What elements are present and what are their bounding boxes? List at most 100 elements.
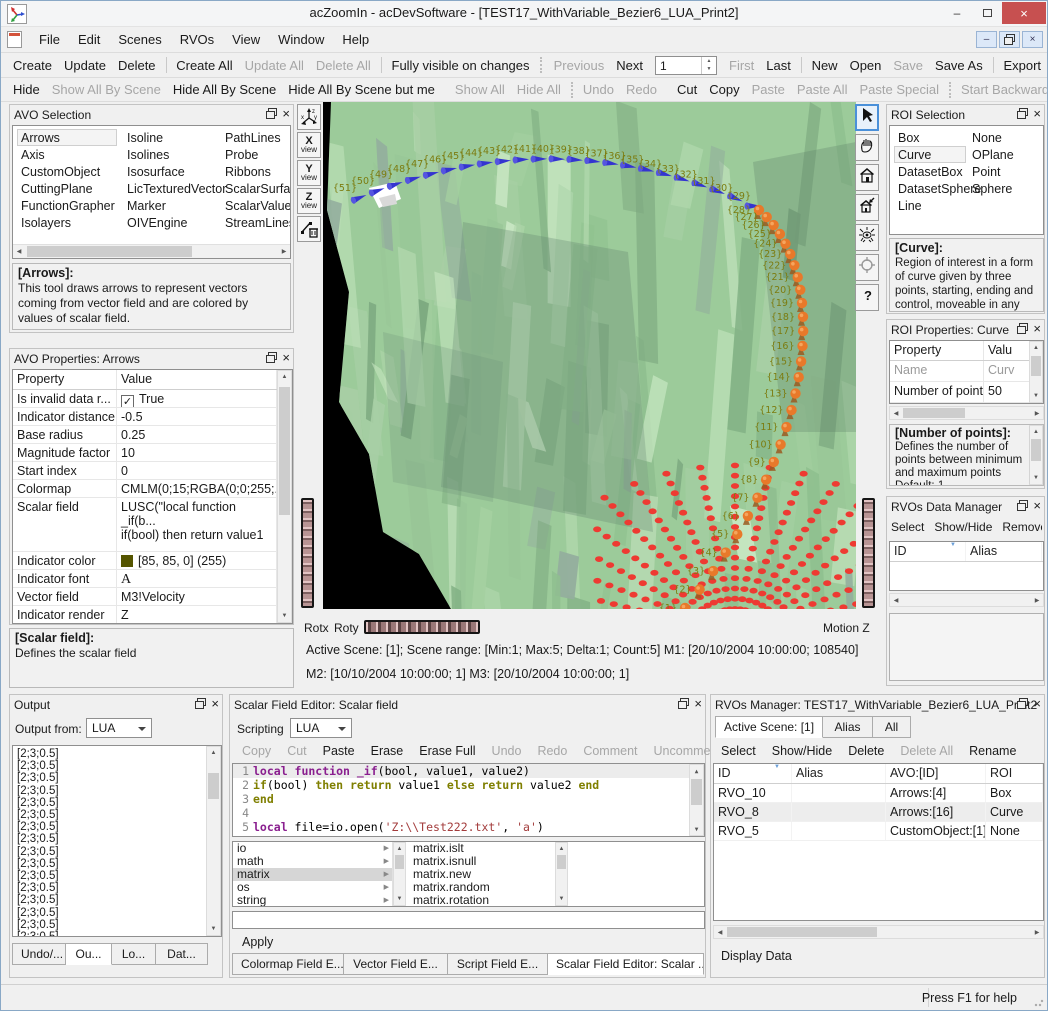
scroll-thumb[interactable]	[691, 779, 702, 805]
editor-tab-script-field-e[interactable]: Script Field E...	[448, 953, 548, 975]
scroll-down-icon[interactable]: ▼	[556, 893, 567, 905]
code-editor[interactable]: 1local function _if(bool, value1, value2…	[232, 763, 705, 837]
scroll-up-icon[interactable]: ▲	[690, 765, 703, 777]
editor-paste-button[interactable]: Paste	[315, 743, 363, 759]
home-set-tool-button[interactable]	[855, 194, 879, 221]
home-tool-button[interactable]	[855, 164, 879, 191]
avo-item-scalarvalues[interactable]: ScalarValues	[221, 197, 289, 214]
scroll-down-icon[interactable]: ▼	[1030, 390, 1042, 402]
datamanager-show-hide-button[interactable]: Show/Hide	[934, 520, 992, 534]
close-icon[interactable]: ×	[1033, 698, 1041, 709]
checkbox-checked[interactable]: ✓	[121, 395, 134, 407]
scroll-up-icon[interactable]: ▲	[394, 843, 405, 855]
save-as-button[interactable]: Save As	[929, 56, 989, 75]
export-button[interactable]: Export	[997, 56, 1047, 75]
menu-rvos[interactable]: RVOs	[171, 29, 223, 50]
library-matrix[interactable]: matrix▶	[233, 868, 392, 881]
output-source-dropdown[interactable]: LUA	[86, 718, 152, 738]
float-icon[interactable]	[1017, 323, 1028, 334]
scripting-lang-dropdown[interactable]: LUA	[290, 718, 352, 738]
minimize-button[interactable]: –	[942, 2, 972, 24]
scroll-thumb[interactable]	[395, 855, 404, 869]
avo-item-isoline[interactable]: Isoline	[123, 129, 217, 146]
close-icon[interactable]: ×	[211, 698, 219, 709]
menu-file[interactable]: File	[30, 29, 69, 50]
avo-item-marker[interactable]: Marker	[123, 197, 217, 214]
next-button[interactable]: Next	[610, 56, 649, 75]
delete-line-button[interactable]	[297, 216, 321, 242]
property-value[interactable]: LUSC("local function _if(b... if(bool) t…	[117, 498, 277, 551]
hide-all-by-scene-button[interactable]: Hide All By Scene	[167, 80, 282, 99]
z-view-button[interactable]: Zview	[297, 188, 321, 214]
float-icon[interactable]	[678, 698, 689, 709]
scroll-down-icon[interactable]: ▼	[207, 923, 220, 935]
avo-item-isosurface[interactable]: Isosurface	[123, 163, 217, 180]
datamanager-remove-button[interactable]: Remove	[1002, 520, 1042, 534]
avo-item-axis[interactable]: Axis	[17, 146, 117, 163]
scene-number-input[interactable]: 1▲▼	[655, 56, 717, 75]
rvo-row-rvo-10[interactable]: RVO_10Arrows:[4]Box	[714, 784, 1043, 803]
editor-tab-vector-field-e[interactable]: Vector Field E...	[344, 953, 448, 975]
property-value[interactable]: ✓True	[117, 390, 277, 407]
viewport-3d[interactable]: {51}{50}{49}{48}{47}{46}{45}{44}{43}{42}…	[323, 102, 856, 609]
rotation-thumbwheel-right[interactable]	[862, 498, 875, 608]
float-icon[interactable]	[266, 352, 277, 363]
scroll-thumb[interactable]	[903, 408, 965, 418]
scroll-down-icon[interactable]: ▼	[394, 893, 405, 905]
avo-item-cuttingplane[interactable]: CuttingPlane	[17, 180, 117, 197]
avo-item-isolines[interactable]: Isolines	[123, 146, 217, 163]
scroll-left-icon[interactable]: ◀	[714, 926, 726, 938]
scroll-down-icon[interactable]: ▼	[1030, 472, 1042, 484]
avo-item-lictexturedvector[interactable]: LicTexturedVector	[123, 180, 217, 197]
float-icon[interactable]	[195, 698, 206, 709]
editor-erase-button[interactable]: Erase	[363, 743, 412, 759]
avo-item-oivengine[interactable]: OIVEngine	[123, 214, 217, 231]
expression-input[interactable]	[232, 911, 705, 929]
float-icon[interactable]	[1017, 500, 1028, 511]
avo-item-arrows[interactable]: Arrows	[17, 129, 117, 146]
editor-tab-colormap-field-e[interactable]: Colormap Field E...	[232, 953, 344, 975]
avo-item-customobject[interactable]: CustomObject	[17, 163, 117, 180]
close-icon[interactable]: ×	[282, 352, 290, 363]
scroll-thumb[interactable]	[1031, 439, 1041, 461]
roi-item-none[interactable]: None	[968, 129, 1040, 146]
property-value[interactable]: 0.25	[117, 426, 277, 443]
horizontal-scrollbar[interactable]: ◀▶	[713, 925, 1044, 939]
property-value[interactable]: -0.5	[117, 408, 277, 425]
property-value[interactable]: M3!Velocity	[117, 588, 277, 605]
property-value[interactable]: Curv	[984, 361, 1030, 381]
scroll-thumb[interactable]	[727, 927, 877, 937]
mdi-restore-button[interactable]	[999, 31, 1020, 48]
avo-item-pathlines[interactable]: PathLines	[221, 129, 289, 146]
scroll-thumb[interactable]	[27, 246, 192, 257]
scroll-down-icon[interactable]: ▼	[278, 610, 291, 622]
roi-item-box[interactable]: Box	[894, 129, 966, 146]
scroll-up-icon[interactable]: ▲	[556, 843, 567, 855]
vertical-scrollbar[interactable]: ▲▼	[689, 764, 704, 836]
cut-button[interactable]: Cut	[671, 80, 703, 99]
mdi-minimize-button[interactable]: –	[976, 31, 997, 48]
resize-grip[interactable]	[1034, 997, 1044, 1007]
scene-tab-all[interactable]: All	[873, 716, 911, 738]
manager-rename-button[interactable]: Rename	[961, 743, 1024, 759]
menu-view[interactable]: View	[223, 29, 269, 50]
scroll-up-icon[interactable]: ▲	[207, 747, 220, 759]
property-value[interactable]: 10	[117, 444, 277, 461]
vertical-scrollbar[interactable]: ▲▼	[393, 842, 406, 906]
axes-view-button[interactable]: zxy	[297, 104, 321, 130]
scroll-up-icon[interactable]: ▲	[1030, 426, 1042, 438]
last-button[interactable]: Last	[760, 56, 797, 75]
datamanager-select-button[interactable]: Select	[891, 520, 924, 534]
view-all-tool-button[interactable]	[855, 224, 879, 251]
output-tab-dat[interactable]: Dat...	[156, 943, 208, 965]
scroll-right-icon[interactable]: ▶	[278, 245, 290, 258]
y-view-button[interactable]: Yview	[297, 160, 321, 186]
hide-all-by-scene-but-me-button[interactable]: Hide All By Scene but me	[282, 80, 441, 99]
scroll-right-icon[interactable]: ▶	[1031, 407, 1043, 419]
avo-item-functiongrapher[interactable]: FunctionGrapher	[17, 197, 117, 214]
menu-help[interactable]: Help	[333, 29, 378, 50]
avo-item-ribbons[interactable]: Ribbons	[221, 163, 289, 180]
float-icon[interactable]	[266, 108, 277, 119]
property-value[interactable]: Z	[117, 606, 277, 623]
avo-item-probe[interactable]: Probe	[221, 146, 289, 163]
